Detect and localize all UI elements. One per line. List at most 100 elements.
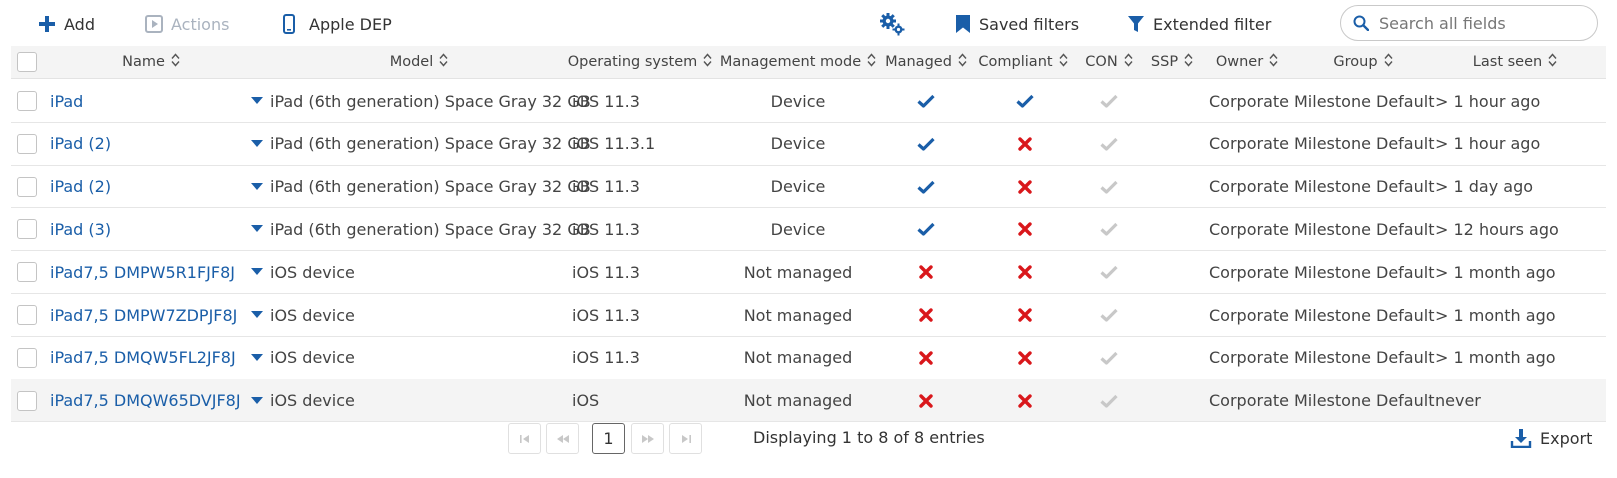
device-name-link[interactable]: iPad (2) — [50, 165, 111, 209]
check-icon — [917, 137, 935, 151]
con-status — [1075, 79, 1143, 123]
con-status — [1075, 293, 1143, 337]
row-checkbox[interactable] — [17, 305, 37, 325]
device-name-link[interactable]: iPad — [50, 79, 83, 123]
compliant-status — [973, 336, 1077, 380]
device-model: iOS device — [270, 262, 355, 282]
column-header-label: Operating system — [567, 54, 698, 70]
table-row[interactable]: iPad7,5 DMPW5R1FJF8J iOS device iOS 11.3 No… — [11, 250, 1606, 294]
table-row[interactable]: iPad (2) iPad (6th generation) Space Gray… — [11, 122, 1606, 166]
column-header-name[interactable]: Name — [51, 46, 251, 78]
search-input[interactable] — [1377, 12, 1581, 34]
cross-icon — [1018, 265, 1032, 279]
next-page-button[interactable] — [631, 423, 664, 454]
device-name-link[interactable]: iPad7,5 DMPW7ZDPJF8J — [50, 293, 237, 337]
row-menu-dropdown[interactable] — [251, 79, 263, 123]
row-checkbox[interactable] — [17, 262, 37, 283]
row-checkbox[interactable] — [17, 219, 37, 240]
column-header-con[interactable]: CON — [1075, 46, 1143, 78]
column-header-group[interactable]: Group — [1293, 46, 1433, 78]
group: Milestone Default — [1294, 177, 1435, 197]
row-menu-dropdown[interactable] — [251, 122, 263, 166]
saved-filters-button[interactable]: Saved filters — [955, 8, 1079, 40]
column-header-label: Model — [389, 54, 434, 70]
row-menu-dropdown[interactable] — [251, 336, 263, 380]
sort-icon — [1269, 53, 1278, 71]
table-row[interactable]: iPad (2) iPad (6th generation) Space Gray… — [11, 165, 1606, 209]
search-icon — [1353, 15, 1369, 31]
add-button[interactable]: Add — [38, 8, 95, 40]
row-checkbox[interactable] — [17, 347, 37, 368]
row-menu-dropdown[interactable] — [251, 207, 263, 251]
apple-dep-button[interactable]: Apple DEP — [282, 8, 392, 40]
muted-check-icon — [1100, 308, 1118, 322]
device-name-link[interactable]: iPad7,5 DMQW5FL2JF8J — [50, 336, 236, 380]
managed-status — [881, 79, 971, 123]
device-name-link[interactable]: iPad (2) — [50, 122, 111, 166]
column-header-owner[interactable]: Owner — [1203, 46, 1291, 78]
device-name-link[interactable]: iPad7,5 DMQW65DVJF8J — [50, 379, 241, 423]
device-model: iPad (6th generation) Space Gray 32 GB — [270, 219, 591, 239]
first-page-button[interactable] — [508, 423, 541, 454]
management-mode: Device — [770, 219, 826, 239]
con-status — [1075, 165, 1143, 209]
column-header-operating-system[interactable]: Operating system — [567, 46, 712, 78]
actions-button[interactable]: Actions — [145, 8, 229, 40]
table-row[interactable]: iPad7,5 DMPW7ZDPJF8J iOS device iOS 11.3 No… — [11, 293, 1606, 337]
row-menu-dropdown[interactable] — [251, 165, 263, 209]
last-seen: > 1 month ago — [1435, 348, 1556, 368]
column-header-management-mode[interactable]: Management mode — [717, 46, 879, 78]
column-header-last-seen[interactable]: Last seen — [1435, 46, 1595, 78]
extended-filter-button[interactable]: Extended filter — [1127, 8, 1271, 40]
muted-check-icon — [1100, 266, 1118, 279]
management-mode: Not managed — [743, 305, 853, 325]
column-header-compliant[interactable]: Compliant — [973, 46, 1073, 78]
export-button[interactable]: Export — [1510, 428, 1592, 448]
previous-page-button[interactable] — [546, 423, 579, 454]
bookmark-icon — [956, 15, 970, 33]
row-checkbox[interactable] — [17, 176, 37, 197]
column-header-managed[interactable]: Managed — [881, 46, 971, 78]
device-name-link[interactable]: iPad7,5 DMPW5R1FJF8J — [50, 250, 235, 294]
muted-check-icon — [1100, 223, 1118, 236]
row-menu-dropdown[interactable] — [251, 250, 263, 294]
muted-check-icon — [1100, 394, 1118, 408]
management-mode: Device — [770, 177, 826, 197]
management-mode: Device — [770, 91, 826, 111]
device-name-link[interactable]: iPad (3) — [50, 207, 111, 251]
last-page-button[interactable] — [669, 423, 702, 454]
managed-status — [881, 207, 971, 251]
table-row[interactable]: iPad7,5 DMQW65DVJF8J iOS device iOS Not man… — [11, 378, 1606, 423]
row-menu-dropdown[interactable] — [251, 293, 263, 337]
row-checkbox[interactable] — [17, 133, 37, 154]
sort-icon — [1184, 53, 1193, 71]
select-all-checkbox[interactable] — [17, 52, 37, 72]
current-page[interactable]: 1 — [592, 423, 625, 454]
compliant-status — [973, 122, 1077, 166]
table-row[interactable]: iPad iPad (6th generation) Space Gray 32 … — [11, 79, 1606, 123]
table-row[interactable]: iPad7,5 DMQW5FL2JF8J iOS device iOS 11.3 No… — [11, 336, 1606, 380]
settings-button[interactable] — [879, 8, 913, 40]
device-model: iOS device — [270, 305, 355, 325]
managed-status — [881, 250, 971, 294]
column-header-ssp[interactable]: SSP — [1143, 46, 1201, 78]
last-seen: > 1 month ago — [1435, 262, 1556, 282]
row-checkbox[interactable] — [17, 390, 37, 411]
cross-icon — [1018, 137, 1032, 151]
row-checkbox[interactable] — [17, 91, 37, 111]
device-model: iPad (6th generation) Space Gray 32 GB — [270, 134, 591, 154]
device-model: iPad (6th generation) Space Gray 32 GB — [270, 91, 591, 111]
caret-down-icon — [251, 268, 263, 276]
cross-icon — [1018, 308, 1032, 322]
saved-filters-label: Saved filters — [979, 14, 1080, 34]
operating-system: iOS 11.3 — [572, 348, 640, 368]
group: Milestone Default — [1294, 262, 1435, 282]
play-square-icon — [145, 15, 163, 33]
sort-icon — [1384, 53, 1393, 71]
row-menu-dropdown[interactable] — [251, 379, 263, 423]
column-header-model[interactable]: Model — [269, 46, 569, 78]
search-box[interactable] — [1340, 5, 1598, 41]
table-row[interactable]: iPad (3) iPad (6th generation) Space Gray… — [11, 207, 1606, 252]
column-header-label: Management mode — [719, 54, 862, 70]
column-header-label: Compliant — [978, 54, 1053, 70]
